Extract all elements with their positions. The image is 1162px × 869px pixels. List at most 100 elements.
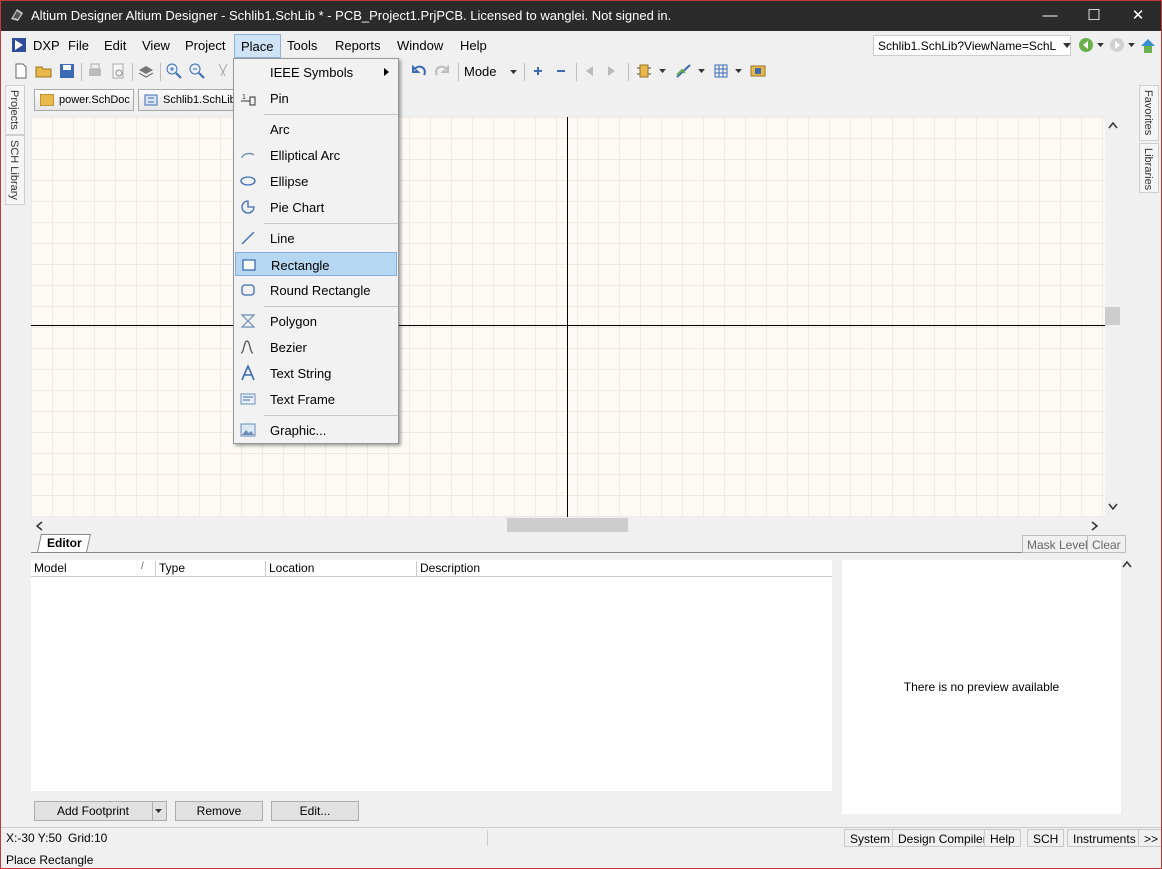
ic-component-icon[interactable] — [634, 61, 654, 81]
mask-level-button[interactable]: Mask Level — [1022, 535, 1093, 553]
print-icon[interactable] — [85, 61, 105, 81]
panel-tab-projects[interactable]: Projects — [5, 85, 25, 135]
panel-system-button[interactable]: System — [844, 829, 897, 847]
menu-reports[interactable]: Reports — [335, 38, 381, 53]
back-dropdown-icon[interactable] — [1097, 43, 1104, 48]
model-table-body[interactable] — [31, 577, 832, 791]
tab-schlib1-schlib[interactable]: Schlib1.SchLib — [138, 89, 236, 111]
back-icon[interactable] — [1078, 37, 1094, 53]
print-preview-icon[interactable] — [108, 61, 128, 81]
panel-instruments-button[interactable]: Instruments — [1067, 829, 1142, 847]
new-document-icon[interactable] — [11, 61, 31, 81]
menu-item-ieee-symbols[interactable]: IEEE Symbols — [235, 60, 397, 84]
horizontal-scrollbar[interactable] — [31, 517, 1105, 533]
clear-button[interactable]: Clear — [1087, 535, 1126, 553]
add-part-icon[interactable] — [528, 61, 548, 81]
svg-text:1: 1 — [242, 94, 246, 101]
column-header-description[interactable]: Description — [417, 561, 480, 576]
tab-power-schdoc[interactable]: power.SchDoc — [34, 89, 134, 111]
column-header-type[interactable]: Type — [156, 561, 185, 576]
scroll-up-icon[interactable] — [1108, 121, 1118, 129]
address-dropdown-icon[interactable] — [1063, 43, 1071, 49]
vertical-scrollbar[interactable] — [1105, 117, 1121, 517]
menu-edit[interactable]: Edit — [104, 38, 126, 53]
menu-item-text-frame[interactable]: Text Frame — [235, 387, 397, 411]
menu-item-ellipse[interactable]: Ellipse — [235, 169, 397, 193]
drawing-tools-icon[interactable] — [674, 61, 694, 81]
cut-icon[interactable] — [213, 61, 233, 81]
model-manager-icon[interactable] — [748, 61, 768, 81]
menu-view[interactable]: View — [142, 38, 170, 53]
address-bar[interactable]: Schlib1.SchLib?ViewName=SchL — [873, 35, 1071, 56]
edit-button[interactable]: Edit... — [271, 801, 359, 821]
panel-tab-libraries[interactable]: Libraries — [1139, 143, 1159, 193]
drawing-dropdown-icon[interactable] — [698, 69, 705, 74]
home-icon[interactable] — [1139, 37, 1157, 55]
close-button[interactable]: ✕ — [1115, 1, 1161, 31]
menu-item-label: Rectangle — [271, 258, 330, 273]
toolbar-separator — [81, 63, 82, 81]
column-header-location[interactable]: Location — [266, 561, 314, 576]
app-window: Altium Designer Altium Designer - Schlib… — [0, 0, 1162, 869]
panel-tab-favorites[interactable]: Favorites — [1139, 85, 1159, 141]
menu-tools[interactable]: Tools — [287, 38, 317, 53]
open-folder-icon[interactable] — [34, 61, 54, 81]
menu-item-round-rectangle[interactable]: Round Rectangle — [235, 278, 397, 302]
column-header-model[interactable]: Model — [31, 561, 154, 576]
mode-dropdown[interactable]: Mode — [464, 64, 497, 79]
next-part-icon[interactable] — [601, 61, 621, 81]
forward-dropdown-icon[interactable] — [1128, 43, 1135, 48]
editor-tab[interactable]: Editor — [37, 534, 91, 552]
collapse-preview-icon[interactable] — [1122, 560, 1132, 568]
menu-window[interactable]: Window — [397, 38, 443, 53]
prev-part-icon[interactable] — [580, 61, 600, 81]
forward-icon[interactable] — [1109, 37, 1125, 53]
menu-item-graphic[interactable]: Graphic... — [235, 418, 397, 442]
grid-icon[interactable] — [711, 61, 731, 81]
mode-dropdown-icon[interactable] — [510, 70, 517, 75]
add-footprint-dropdown-icon[interactable] — [155, 809, 162, 814]
scroll-right-icon[interactable] — [1091, 521, 1099, 531]
minimize-button[interactable]: — — [1027, 1, 1073, 31]
grid-dropdown-icon[interactable] — [735, 69, 742, 74]
save-icon[interactable] — [57, 61, 77, 81]
toolbar-separator — [628, 63, 629, 81]
component-dropdown-icon[interactable] — [659, 69, 666, 74]
menu-project[interactable]: Project — [185, 38, 225, 53]
menu-item-pin[interactable]: 1 Pin — [235, 86, 397, 110]
vertical-scroll-thumb[interactable] — [1105, 307, 1120, 325]
scroll-left-icon[interactable] — [35, 521, 43, 531]
menu-item-label: Round Rectangle — [270, 283, 371, 298]
remove-button[interactable]: Remove — [175, 801, 263, 821]
maximize-button[interactable]: ☐ — [1071, 1, 1117, 31]
scroll-down-icon[interactable] — [1108, 503, 1118, 511]
panel-sch-button[interactable]: SCH — [1027, 829, 1065, 847]
schematic-canvas[interactable] — [31, 117, 1105, 517]
menu-dxp[interactable]: DXP — [33, 38, 60, 53]
menu-item-elliptical-arc[interactable]: Elliptical Arc — [235, 143, 397, 167]
redo-icon[interactable] — [432, 61, 452, 81]
menu-item-polygon[interactable]: Polygon — [235, 309, 397, 333]
menu-item-pie-chart[interactable]: Pie Chart — [235, 195, 397, 219]
remove-part-icon[interactable] — [551, 61, 571, 81]
menu-item-text-string[interactable]: Text String — [235, 361, 397, 385]
undo-icon[interactable] — [409, 61, 429, 81]
menu-place[interactable]: Place — [234, 34, 281, 58]
menu-item-bezier[interactable]: Bezier — [235, 335, 397, 359]
panel-design-compiler-button[interactable]: Design Compiler — [892, 829, 993, 847]
horizontal-scroll-thumb[interactable] — [507, 518, 628, 532]
menu-help[interactable]: Help — [460, 38, 487, 53]
menu-item-line[interactable]: Line — [235, 226, 397, 250]
bezier-icon — [240, 340, 254, 354]
panel-help-button[interactable]: Help — [984, 829, 1021, 847]
add-footprint-button[interactable]: Add Footprint — [34, 801, 167, 821]
zoom-in-icon[interactable] — [164, 61, 184, 81]
menu-item-arc[interactable]: Arc — [235, 117, 397, 141]
menu-item-rectangle[interactable]: Rectangle — [235, 252, 397, 276]
layer-icon[interactable] — [136, 61, 156, 81]
sort-indicator-icon: / — [141, 561, 144, 572]
menu-file[interactable]: File — [68, 38, 89, 53]
zoom-out-icon[interactable] — [187, 61, 207, 81]
panel-tab-sch-library[interactable]: SCH Library — [5, 135, 25, 205]
panel-more-button[interactable]: >> — [1138, 829, 1161, 847]
